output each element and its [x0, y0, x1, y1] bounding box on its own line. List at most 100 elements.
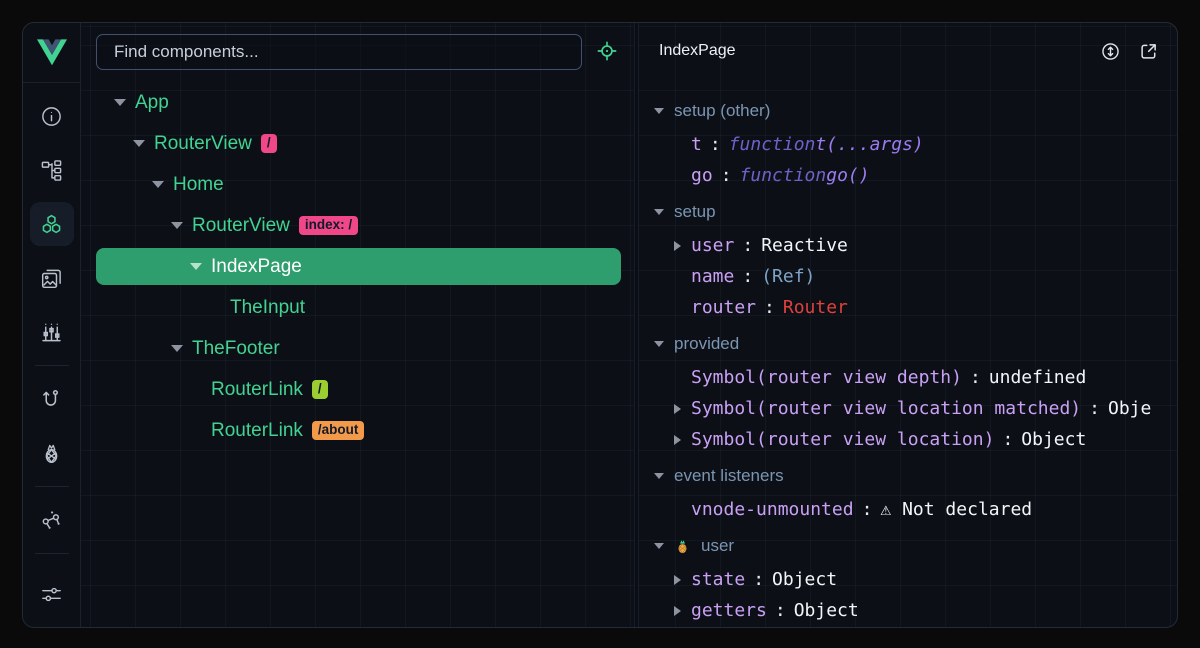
- tree-node-thefooter[interactable]: TheFooter: [81, 328, 634, 369]
- collapse-toggle-icon[interactable]: [171, 222, 183, 229]
- expand-toggle-icon[interactable]: [674, 435, 681, 445]
- section-label: event listeners: [674, 466, 784, 486]
- inspector-body: setup (other) t:function t(...args)go:fun…: [639, 79, 1177, 627]
- state-key: user: [691, 235, 734, 256]
- inspect-component-button[interactable]: [596, 40, 620, 64]
- section-header[interactable]: event listeners: [654, 458, 1177, 494]
- state-row: t:function t(...args): [654, 129, 1177, 160]
- state-key: go: [691, 165, 713, 186]
- tree-node-routerlink[interactable]: RouterLink/about: [81, 410, 634, 451]
- collapse-toggle-icon[interactable]: [654, 543, 664, 549]
- graph-icon: [40, 509, 63, 532]
- tree-node-label: RouterLink: [211, 420, 303, 442]
- state-value: Reactive: [761, 235, 848, 256]
- inspector-section: setupuser:Reactivename: (Ref)router:Rout…: [654, 194, 1177, 323]
- open-in-editor-icon: [1138, 41, 1159, 62]
- vue-logo-icon: [37, 39, 67, 66]
- tree-node-label: Home: [173, 174, 224, 196]
- expand-toggle-icon[interactable]: [674, 241, 681, 251]
- components-panel: App RouterView / Home RouterViewindex: / Inde…: [81, 23, 634, 627]
- pages-icon: [40, 267, 63, 290]
- state-row[interactable]: getters:Object: [654, 595, 1177, 626]
- tree-node-theinput[interactable]: TheInput: [81, 287, 634, 328]
- section-label: provided: [674, 334, 739, 354]
- state-row[interactable]: Symbol(router view location):Object: [654, 424, 1177, 455]
- tree-node-indexpage[interactable]: IndexPage: [81, 246, 634, 287]
- inspector-panel: IndexPage setup (other) t:function t(...a…: [639, 23, 1177, 627]
- info-icon: [40, 105, 63, 128]
- inspector-section: providedSymbol(router view depth):undefi…: [654, 326, 1177, 455]
- sidebar-item-components[interactable]: [30, 202, 74, 246]
- section-header[interactable]: setup (other): [654, 93, 1177, 129]
- tree-node-routerlink[interactable]: RouterLink/: [81, 369, 634, 410]
- state-value: Object: [772, 569, 837, 590]
- state-row[interactable]: state:Object: [654, 564, 1177, 595]
- collapse-toggle-icon[interactable]: [654, 108, 664, 114]
- state-row[interactable]: Symbol(router view location matched):Obj…: [654, 393, 1177, 424]
- tree-node-routerview[interactable]: RouterViewindex: /: [81, 205, 634, 246]
- tree-node-label: IndexPage: [211, 256, 302, 278]
- tree-node-home[interactable]: Home: [81, 164, 634, 205]
- state-row: go:function go(): [654, 160, 1177, 191]
- vue-logo[interactable]: [23, 23, 80, 83]
- tree-node-routerview[interactable]: RouterView /: [81, 123, 634, 164]
- scroll-to-component-button[interactable]: [1100, 41, 1121, 62]
- state-key: t: [691, 134, 702, 155]
- state-value: Object: [794, 600, 859, 621]
- vue-devtools-window: AppRouterView/HomeRouterViewindex: /Inde…: [22, 22, 1178, 628]
- sidebar: [23, 23, 81, 627]
- state-value: function: [729, 134, 816, 155]
- collapse-toggle-icon[interactable]: [654, 473, 664, 479]
- tree-node-label: App: [135, 92, 169, 114]
- section-label: setup (other): [674, 101, 770, 121]
- state-value: (Ref): [761, 266, 815, 287]
- sidebar-divider: [35, 553, 69, 554]
- inspector-header: IndexPage: [639, 23, 1177, 79]
- state-key: Symbol(router view location): [691, 429, 994, 450]
- state-value: Router: [783, 297, 848, 318]
- sidebar-item-graph[interactable]: [29, 493, 75, 547]
- collapse-toggle-icon[interactable]: [654, 209, 664, 215]
- section-label: user: [701, 536, 734, 556]
- sidebar-item-pinia[interactable]: [29, 426, 75, 480]
- section-header[interactable]: setup: [654, 194, 1177, 230]
- state-value: ⚠ Not declared: [880, 499, 1032, 520]
- inspector-section: setup (other) t:function t(...args)go:fun…: [654, 93, 1177, 191]
- collapse-toggle-icon[interactable]: [171, 345, 183, 352]
- expand-toggle-icon[interactable]: [674, 606, 681, 616]
- sidebar-item-assets[interactable]: [29, 305, 75, 359]
- section-label: setup: [674, 202, 716, 222]
- component-tree-icon: [40, 159, 63, 182]
- state-row: name: (Ref): [654, 261, 1177, 292]
- section-header[interactable]: user: [654, 528, 1177, 564]
- collapse-toggle-icon[interactable]: [152, 181, 164, 188]
- state-value: undefined: [989, 367, 1087, 388]
- tree-node-label: RouterView: [154, 133, 252, 155]
- search-input[interactable]: [96, 34, 582, 70]
- collapse-toggle-icon[interactable]: [133, 140, 145, 147]
- open-in-editor-button[interactable]: [1138, 41, 1159, 62]
- state-row[interactable]: user:Reactive: [654, 230, 1177, 261]
- settings-icon: [40, 583, 63, 606]
- state-key: state: [691, 569, 745, 590]
- sidebar-item-info[interactable]: [29, 89, 75, 143]
- tree-node-label: TheFooter: [192, 338, 280, 360]
- route-badge: /: [261, 134, 277, 153]
- collapse-toggle-icon[interactable]: [654, 341, 664, 347]
- route-badge: index: /: [299, 216, 358, 235]
- collapse-toggle-icon[interactable]: [190, 263, 202, 270]
- state-key: vnode-unmounted: [691, 499, 854, 520]
- sidebar-item-settings[interactable]: [29, 567, 75, 621]
- sidebar-item-component-tree[interactable]: [29, 143, 75, 197]
- expand-toggle-icon[interactable]: [674, 575, 681, 585]
- state-key: router: [691, 297, 756, 318]
- state-key: name: [691, 266, 734, 287]
- section-header[interactable]: provided: [654, 326, 1177, 362]
- route-badge: /about: [312, 421, 365, 440]
- inspector-title: IndexPage: [659, 42, 1083, 60]
- collapse-toggle-icon[interactable]: [114, 99, 126, 106]
- sidebar-item-pages[interactable]: [29, 251, 75, 305]
- tree-node-app[interactable]: App: [81, 82, 634, 123]
- sidebar-item-router[interactable]: [29, 372, 75, 426]
- expand-toggle-icon[interactable]: [674, 404, 681, 414]
